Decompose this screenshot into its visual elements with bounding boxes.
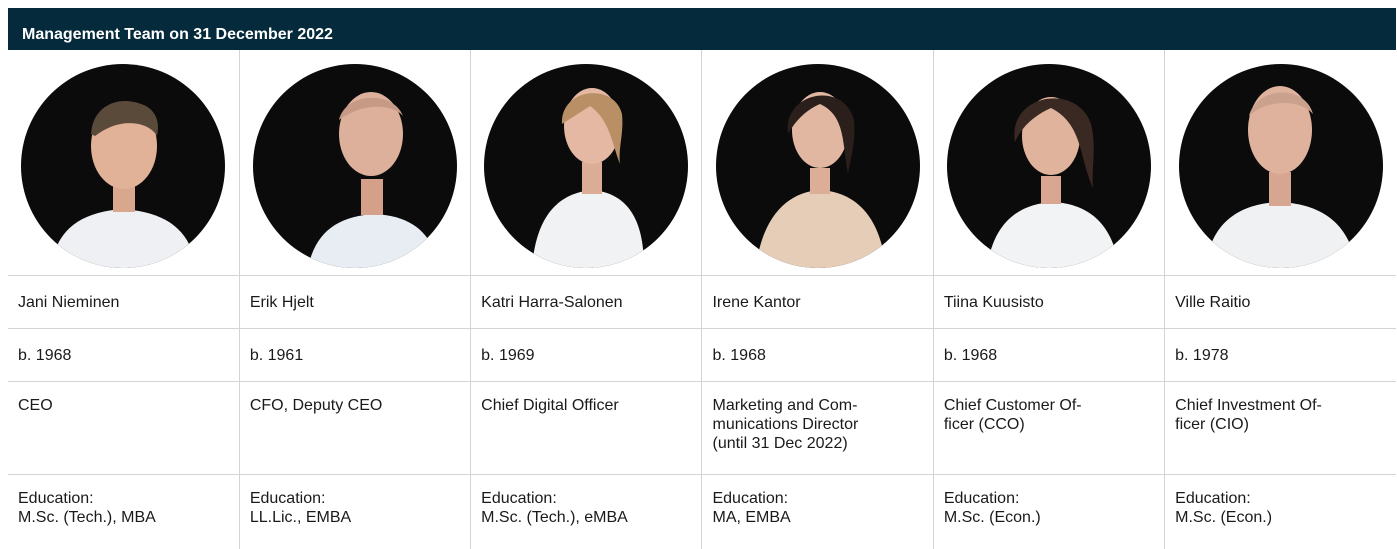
job-title-row: CEO CFO, Deputy CEO Chief Digital Office…: [8, 382, 1396, 475]
job-title-cell: Chief Investment Of- ficer (CIO): [1165, 382, 1396, 475]
portrait-photo: [484, 64, 688, 268]
education-label: Education:: [712, 489, 922, 508]
portrait-photo: [947, 64, 1151, 268]
education-value: M.Sc. (Econ.): [944, 508, 1154, 527]
education-value: MA, EMBA: [712, 508, 922, 527]
education-cell: Education: M.Sc. (Econ.): [933, 475, 1164, 549]
job-title: CEO: [18, 396, 229, 415]
birth-year-cell: b. 1968: [702, 329, 933, 382]
photo-cell: [239, 50, 470, 276]
photo-cell: [702, 50, 933, 276]
job-title: CFO, Deputy CEO: [250, 396, 460, 415]
name-cell: Erik Hjelt: [239, 276, 470, 329]
education-value: M.Sc. (Tech.), MBA: [18, 508, 229, 527]
birth-year-cell: b. 1968: [8, 329, 239, 382]
name-cell: Jani Nieminen: [8, 276, 239, 329]
birth-year-cell: b. 1968: [933, 329, 1164, 382]
photo-cell: [1165, 50, 1396, 276]
education-row: Education: M.Sc. (Tech.), MBA Education:…: [8, 475, 1396, 549]
education-label: Education:: [481, 489, 691, 508]
photo-row: [8, 50, 1396, 276]
education-cell: Education: MA, EMBA: [702, 475, 933, 549]
job-title: Chief Investment Of- ficer (CIO): [1175, 396, 1386, 434]
portrait-photo: [253, 64, 457, 268]
education-cell: Education: M.Sc. (Tech.), eMBA: [471, 475, 702, 549]
table-header: Management Team on 31 December 2022: [8, 8, 1396, 50]
birth-year-cell: b. 1969: [471, 329, 702, 382]
education-label: Education:: [18, 489, 229, 508]
photo-cell: [933, 50, 1164, 276]
education-label: Education:: [250, 489, 460, 508]
job-title-cell: Marketing and Com- munications Director …: [702, 382, 933, 475]
photo-cell: [471, 50, 702, 276]
education-label: Education:: [1175, 489, 1386, 508]
name-cell: Katri Harra-Salonen: [471, 276, 702, 329]
education-cell: Education: M.Sc. (Tech.), MBA: [8, 475, 239, 549]
job-title: Chief Customer Of- ficer (CCO): [944, 396, 1154, 434]
management-team-table: Jani Nieminen Erik Hjelt Katri Harra-Sal…: [8, 50, 1396, 549]
job-title-cell: Chief Digital Officer: [471, 382, 702, 475]
education-cell: Education: LL.Lic., EMBA: [239, 475, 470, 549]
portrait-photo: [1179, 64, 1383, 268]
job-title-cell: Chief Customer Of- ficer (CCO): [933, 382, 1164, 475]
name-cell: Irene Kantor: [702, 276, 933, 329]
education-value: LL.Lic., EMBA: [250, 508, 460, 527]
job-title: Chief Digital Officer: [481, 396, 691, 415]
education-cell: Education: M.Sc. (Econ.): [1165, 475, 1396, 549]
birth-year-cell: b. 1961: [239, 329, 470, 382]
birth-year-row: b. 1968 b. 1961 b. 1969 b. 1968 b. 1968 …: [8, 329, 1396, 382]
portrait-photo: [21, 64, 225, 268]
job-title: Marketing and Com- munications Director …: [712, 396, 922, 453]
table-title: Management Team on 31 December 2022: [22, 26, 333, 44]
photo-cell: [8, 50, 239, 276]
education-value: M.Sc. (Econ.): [1175, 508, 1386, 527]
job-title-cell: CEO: [8, 382, 239, 475]
name-cell: Tiina Kuusisto: [933, 276, 1164, 329]
job-title-cell: CFO, Deputy CEO: [239, 382, 470, 475]
name-cell: Ville Raitio: [1165, 276, 1396, 329]
name-row: Jani Nieminen Erik Hjelt Katri Harra-Sal…: [8, 276, 1396, 329]
education-label: Education:: [944, 489, 1154, 508]
birth-year-cell: b. 1978: [1165, 329, 1396, 382]
education-value: M.Sc. (Tech.), eMBA: [481, 508, 691, 527]
portrait-photo: [716, 64, 920, 268]
